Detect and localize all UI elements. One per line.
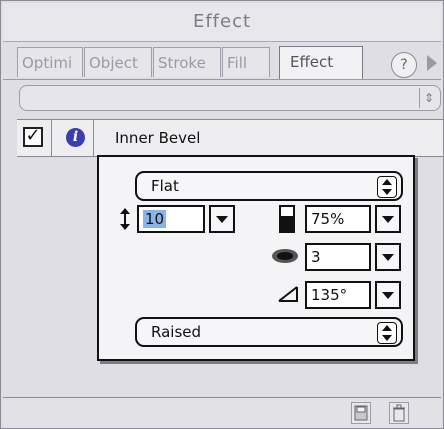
updown-icon: ⇕ (419, 88, 438, 108)
row-divider (51, 120, 52, 156)
effect-list-row[interactable]: ✓ i Inner Bevel (17, 119, 443, 157)
angle-dropdown[interactable] (375, 281, 401, 309)
info-icon[interactable]: i (66, 128, 85, 147)
trash-icon[interactable] (389, 402, 409, 424)
tab-effect[interactable]: Effect (279, 46, 363, 79)
tab-bar: Optimi Object Stroke Fill Effect ? (3, 41, 441, 80)
chevron-right-icon[interactable] (427, 55, 437, 71)
trash-glyph (393, 404, 405, 422)
save-icon[interactable] (351, 402, 371, 424)
bevel-width-field[interactable]: 10 (137, 205, 205, 233)
bevel-preset-select[interactable]: Raised (135, 317, 403, 347)
vertical-arrows-icon (120, 208, 130, 230)
contrast-field[interactable]: 75% (305, 205, 371, 233)
bevel-width-value: 10 (143, 210, 167, 228)
tab-stroke[interactable]: Stroke (153, 47, 221, 77)
save-glyph (354, 405, 368, 421)
updown-arrows-icon (377, 176, 397, 198)
help-icon[interactable]: ? (391, 52, 417, 78)
panel-title[interactable]: Effect (3, 3, 441, 42)
blur-icon (272, 249, 298, 263)
bevel-width-dropdown[interactable] (209, 205, 235, 233)
tab-optimize[interactable]: Optimi (17, 47, 83, 77)
effect-select[interactable]: ⇕ (19, 85, 441, 111)
updown-arrows-icon (377, 322, 397, 344)
tab-fill[interactable]: Fill (222, 47, 270, 77)
bevel-shape-select[interactable]: Flat (135, 171, 403, 201)
row-divider (93, 120, 94, 156)
enable-effect-checkbox[interactable]: ✓ (23, 127, 43, 147)
softness-dropdown[interactable] (375, 243, 401, 271)
softness-field[interactable]: 3 (305, 243, 371, 271)
bevel-settings-popup: Flat 10 75% 3 135° Raised (97, 155, 415, 361)
contrast-dropdown[interactable] (375, 205, 401, 233)
panel-footer (3, 397, 441, 428)
bevel-shape-value: Flat (151, 177, 179, 195)
angle-icon (278, 286, 298, 302)
effect-name: Inner Bevel (115, 129, 201, 147)
bevel-preset-value: Raised (151, 323, 202, 341)
tab-object[interactable]: Object (84, 47, 152, 77)
angle-field[interactable]: 135° (305, 281, 371, 309)
effect-panel: Effect Optimi Object Stroke Fill Effect … (0, 0, 444, 429)
contrast-icon (279, 205, 295, 233)
